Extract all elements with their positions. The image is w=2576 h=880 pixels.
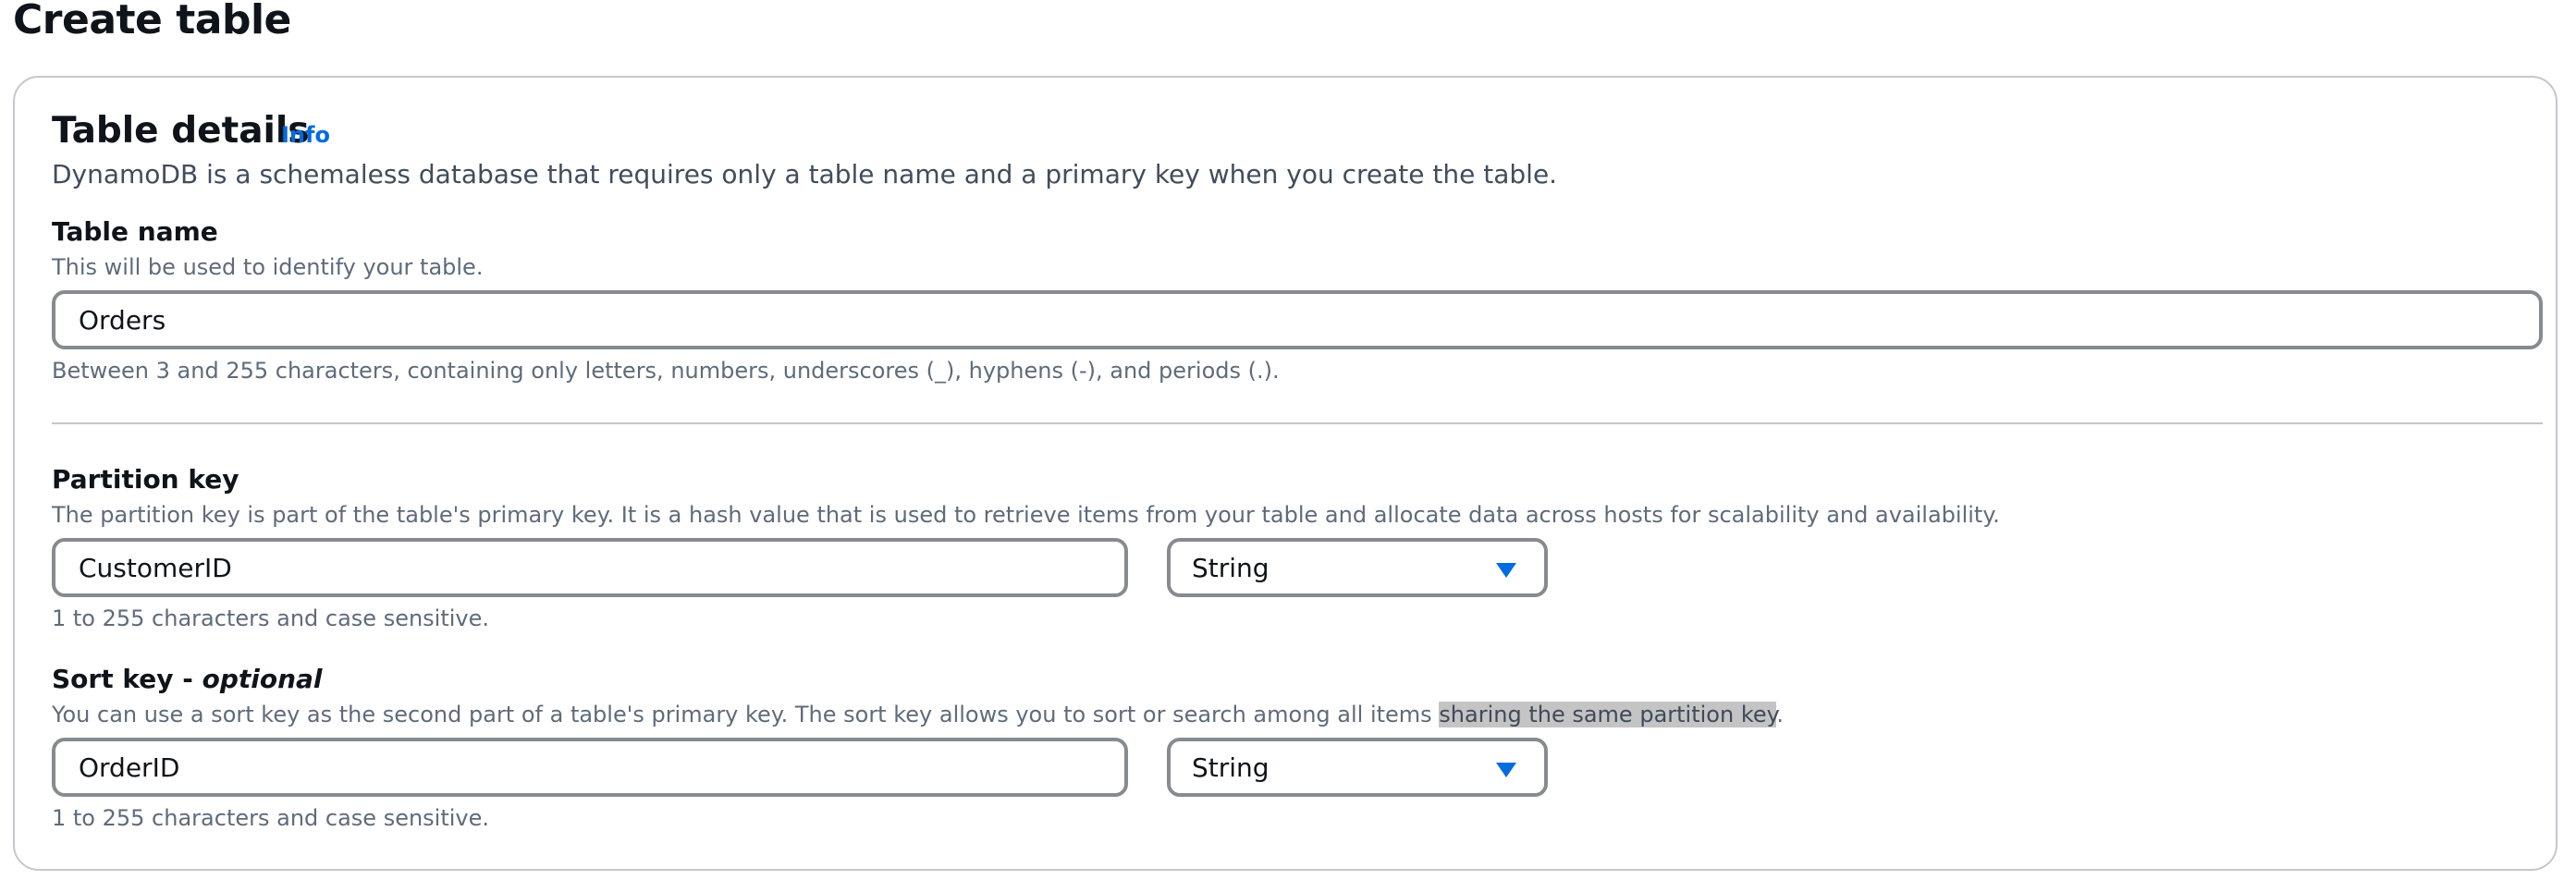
partition-key-input[interactable]: CustomerID <box>52 538 1128 597</box>
sort-key-description-end: . <box>1776 702 1785 727</box>
sort-key-label-text: Sort key - <box>52 664 202 694</box>
info-link[interactable]: Info <box>281 122 330 148</box>
sort-key-optional-label: optional <box>202 664 323 694</box>
sort-key-label: Sort key - optional <box>52 664 323 695</box>
sort-key-constraint: 1 to 255 characters and case sensitive. <box>52 805 490 831</box>
caret-down-icon <box>1496 763 1516 777</box>
sort-key-value: OrderID <box>79 752 180 783</box>
caret-down-icon <box>1496 563 1516 578</box>
partition-key-description: The partition key is part of the table's… <box>52 502 2000 528</box>
panel-description: DynamoDB is a schemaless database that r… <box>52 159 1558 189</box>
sort-key-description: You can use a sort key as the second par… <box>52 701 1784 728</box>
sort-key-type-select[interactable]: String <box>1167 738 1548 797</box>
table-name-description: This will be used to identify your table… <box>52 254 484 280</box>
panel-title: Table details <box>52 110 310 152</box>
sort-key-description-highlight: sharing the same partition key <box>1439 702 1777 727</box>
table-name-label: Table name <box>52 216 218 247</box>
page-title: Create table <box>13 0 291 43</box>
partition-key-label: Partition key <box>52 464 239 495</box>
sort-key-description-start: You can use a sort key as the second par… <box>52 702 1440 727</box>
sort-key-input[interactable]: OrderID <box>52 738 1128 797</box>
partition-key-value: CustomerID <box>79 552 232 583</box>
table-name-input[interactable]: Orders <box>52 290 2543 349</box>
table-name-value: Orders <box>79 304 166 336</box>
table-name-constraint: Between 3 and 255 characters, containing… <box>52 358 1280 384</box>
partition-key-type-select[interactable]: String <box>1167 538 1548 597</box>
partition-key-type-value: String <box>1192 552 1270 583</box>
section-divider <box>52 422 2543 424</box>
sort-key-type-value: String <box>1192 752 1270 783</box>
table-details-panel: Table details Info DynamoDB is a schemal… <box>13 76 2558 871</box>
partition-key-constraint: 1 to 255 characters and case sensitive. <box>52 605 490 631</box>
